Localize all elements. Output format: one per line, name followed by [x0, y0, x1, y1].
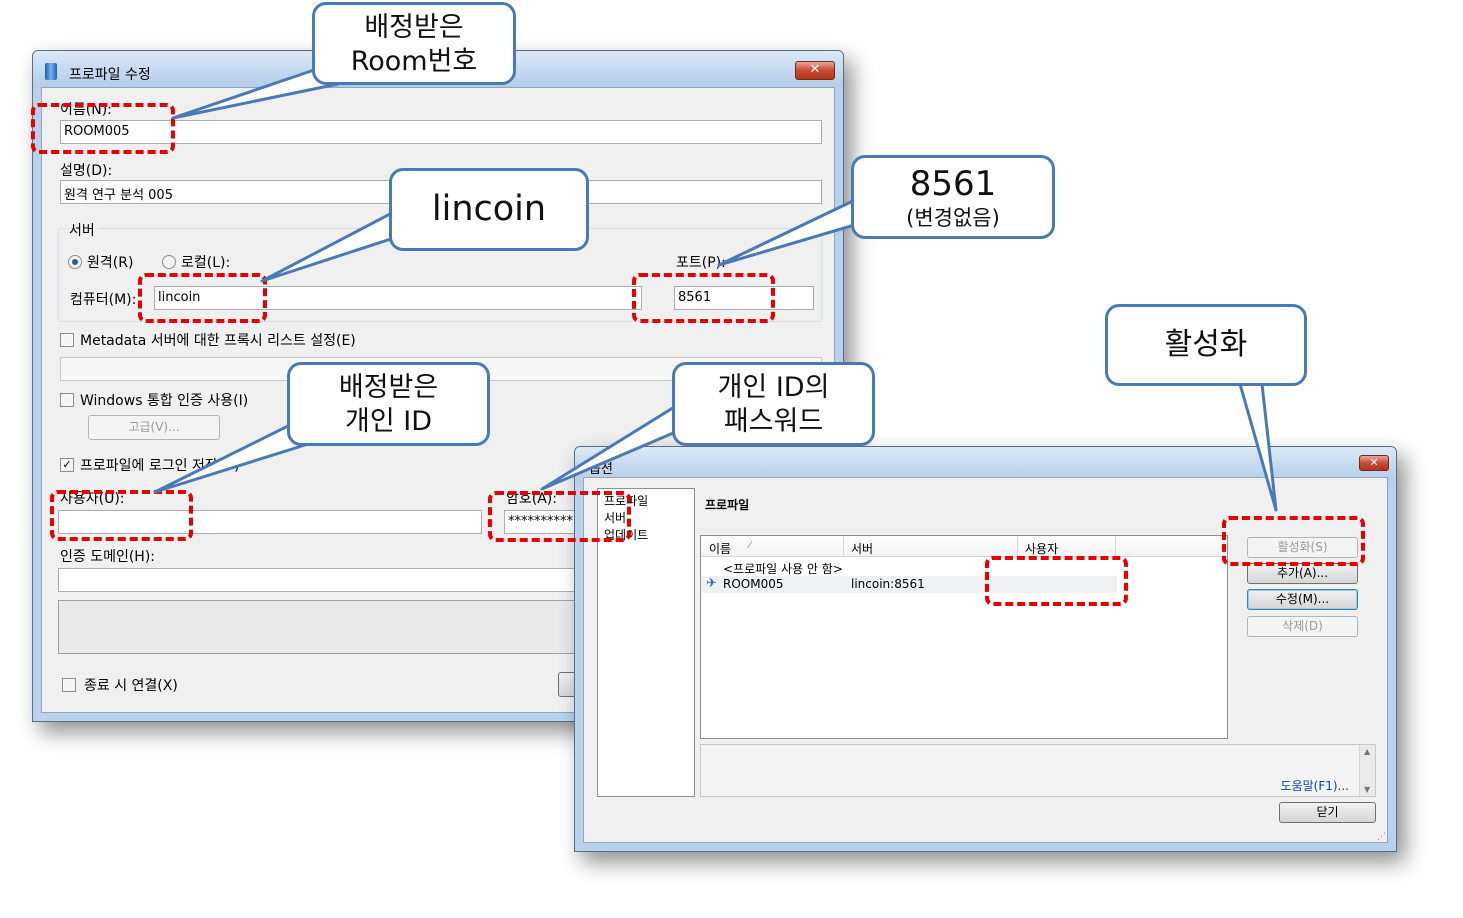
callout-room: 배정받은 Room번호 [312, 2, 516, 85]
callout-lincoin-line1: lincoin [431, 189, 547, 229]
callout-password-line2: 패스워드 [723, 406, 824, 437]
callout-room-line1: 배정받은 [364, 12, 464, 43]
callout-user-id-line1: 배정받은 [338, 372, 439, 403]
callout-port-line2: (변경없음) [906, 206, 1000, 230]
callout-password: 개인 ID의 패스워드 [672, 362, 875, 446]
callout-port: 8561 (변경없음) [851, 155, 1055, 239]
callout-room-line2: Room번호 [350, 46, 478, 77]
callout-user-id: 배정받은 개인 ID [287, 362, 490, 446]
callout-activate: 활성화 [1105, 304, 1307, 386]
callout-pointers [153, 66, 1278, 512]
callout-activate-line1: 활성화 [1164, 327, 1248, 362]
callout-user-id-line2: 개인 ID [344, 406, 433, 437]
callout-password-line1: 개인 ID의 [717, 372, 830, 403]
callout-port-line1: 8561 [909, 164, 997, 204]
callout-lincoin: lincoin [389, 168, 589, 251]
